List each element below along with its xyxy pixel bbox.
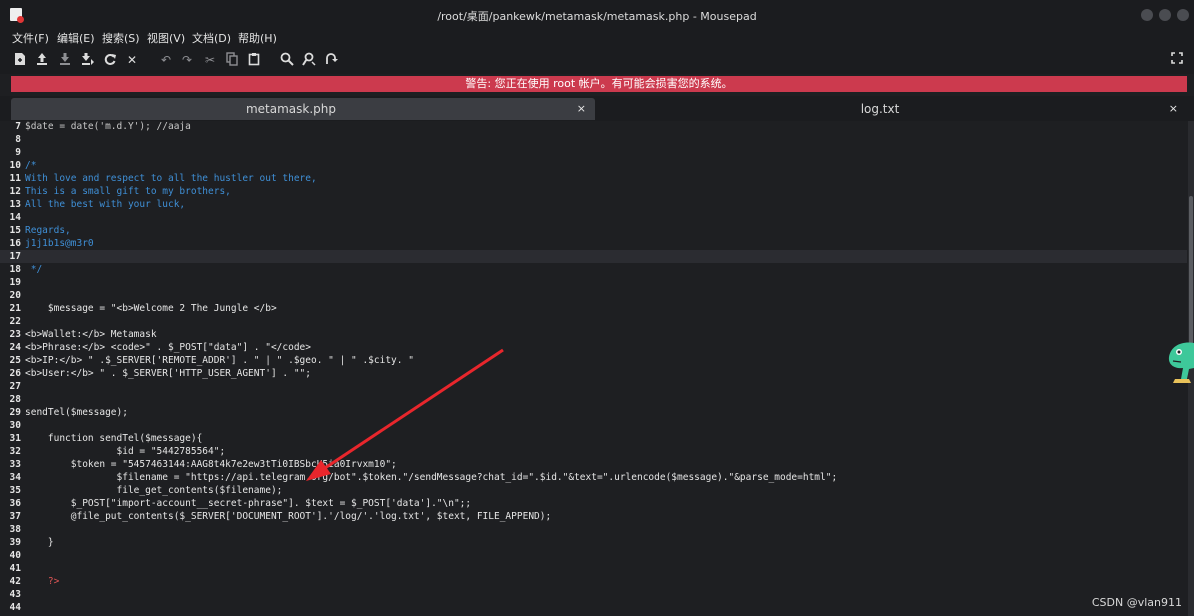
red-annotation-arrow <box>306 348 504 481</box>
dinosaur-mascot-icon <box>1168 342 1194 383</box>
csdn-watermark: CSDN @vlan911 <box>1091 596 1182 609</box>
